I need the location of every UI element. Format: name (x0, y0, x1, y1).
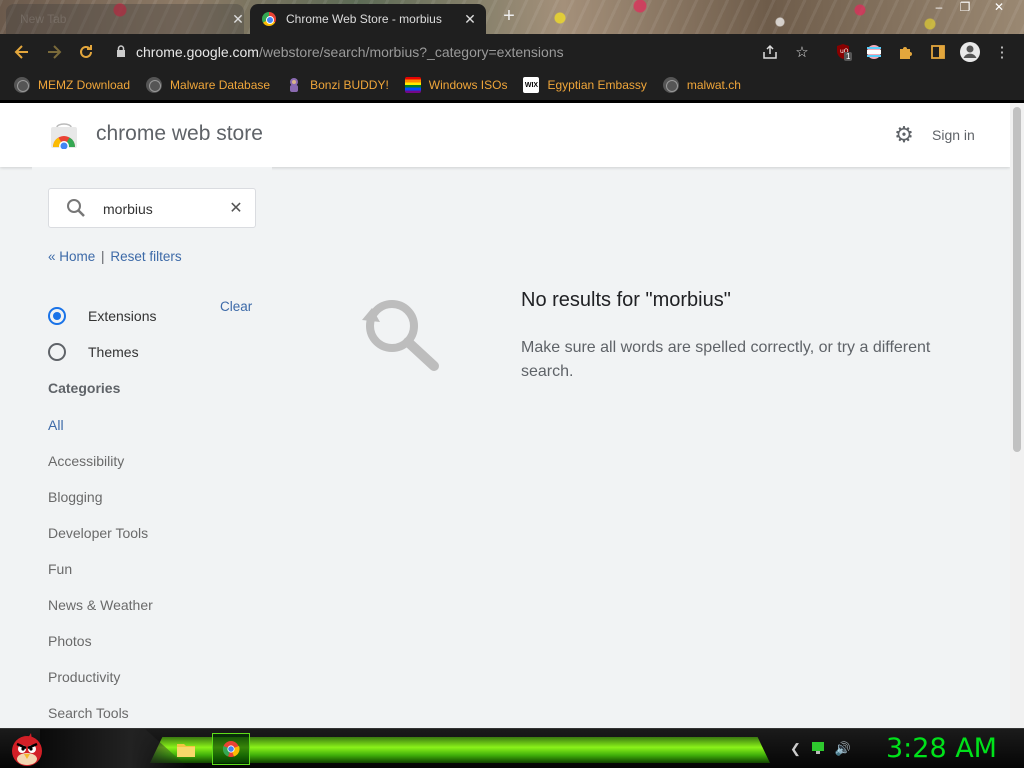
gear-icon[interactable]: ⚙ (892, 123, 916, 147)
category-photos[interactable]: Photos (48, 633, 92, 649)
globe-icon (14, 77, 30, 93)
tray-arrow-icon[interactable]: ❮ (790, 741, 801, 758)
category-news-weather[interactable]: News & Weather (48, 597, 153, 613)
file-explorer-icon[interactable] (176, 739, 196, 759)
lock-icon[interactable] (116, 44, 136, 60)
taskbar: ❮ 🔊 3:28 AM (0, 728, 1024, 768)
scrollbar-thumb[interactable] (1013, 107, 1021, 452)
puzzle-icon[interactable] (896, 42, 916, 62)
radio-extensions[interactable]: Extensions (48, 307, 156, 325)
search-icon (65, 197, 87, 219)
maximize-button[interactable]: ❐ (954, 0, 976, 14)
radio-checked-icon[interactable] (48, 307, 66, 325)
link-separator: | (101, 249, 105, 264)
wix-icon: WIX (523, 77, 540, 93)
star-icon[interactable]: ☆ (792, 42, 812, 62)
bookmark-malware-database[interactable]: Malware Database (146, 77, 270, 93)
bookmarks-bar: MEMZ Download Malware Database Bonzi BUD… (0, 70, 1024, 100)
tab-new-tab[interactable]: New Tab ✕ (6, 4, 244, 34)
web-page: chrome web store ⚙ Sign in morbius ✕ « H… (0, 103, 1024, 728)
store-title[interactable]: chrome web store (96, 122, 263, 146)
minimize-button[interactable]: – (928, 0, 950, 14)
start-button-angry-bird-icon[interactable] (8, 731, 46, 767)
category-productivity[interactable]: Productivity (48, 669, 120, 685)
bookmark-windows-isos[interactable]: Windows ISOs (404, 77, 508, 93)
no-results-magnifier-icon (354, 292, 442, 372)
clear-link[interactable]: Clear (220, 299, 252, 314)
forward-icon[interactable] (38, 36, 70, 68)
profile-icon[interactable] (958, 40, 982, 64)
flag-extension-icon[interactable] (864, 42, 884, 62)
chrome-icon (222, 741, 240, 757)
network-icon[interactable] (811, 741, 825, 758)
bookmark-label: MEMZ Download (38, 78, 131, 92)
ublock-badge: 1 (844, 52, 853, 61)
radio-label: Themes (88, 344, 139, 360)
tab-title: New Tab (20, 12, 67, 26)
tab-close-icon[interactable]: ✕ (228, 11, 248, 28)
chrome-web-store-favicon-icon (262, 12, 276, 26)
bookmark-bonzi-buddy[interactable]: Bonzi BUDDY! (286, 77, 389, 93)
bookmark-label: Windows ISOs (428, 78, 508, 92)
category-fun[interactable]: Fun (48, 561, 72, 577)
bookmark-egyptian-embassy[interactable]: WIX Egyptian Embassy (523, 77, 647, 93)
close-window-button[interactable]: ✕ (988, 0, 1010, 14)
category-search-tools[interactable]: Search Tools (48, 705, 129, 721)
radio-unchecked-icon[interactable] (48, 343, 66, 361)
category-developer-tools[interactable]: Developer Tools (48, 525, 148, 541)
system-tray: ❮ 🔊 (790, 741, 851, 758)
share-icon[interactable] (760, 42, 780, 62)
tab-title: Chrome Web Store - morbius (286, 12, 442, 26)
chrome-taskbar-button[interactable] (212, 733, 250, 765)
reload-icon[interactable] (70, 36, 102, 68)
filter-sidebar: morbius ✕ « Home | Reset filters Clear E… (32, 167, 272, 728)
chrome-web-store-logo-icon[interactable] (50, 123, 78, 151)
tab-chrome-web-store[interactable]: Chrome Web Store - morbius ✕ (250, 4, 486, 34)
sidepanel-icon[interactable] (928, 42, 948, 62)
bookmark-label: Egyptian Embassy (547, 78, 647, 92)
bookmark-memz-download[interactable]: MEMZ Download (14, 77, 130, 93)
bonzi-icon (286, 77, 302, 93)
menu-icon[interactable]: ⋮ (992, 42, 1012, 62)
back-icon[interactable] (6, 36, 38, 68)
category-all[interactable]: All (48, 417, 64, 433)
browser-toolbar: chrome.google.com/webstore/search/morbiu… (0, 34, 1024, 70)
no-results-title: No results for "morbius" (521, 289, 731, 311)
bookmark-label: malwat.ch (686, 78, 741, 92)
rainbow-flag-icon (404, 77, 421, 93)
search-value[interactable]: morbius (103, 201, 153, 217)
url-host: chrome.google.com (136, 44, 259, 60)
sign-in-link[interactable]: Sign in (932, 127, 975, 143)
page-scrollbar[interactable] (1010, 103, 1024, 728)
globe-icon (662, 77, 679, 93)
category-blogging[interactable]: Blogging (48, 489, 103, 505)
radio-themes[interactable]: Themes (48, 343, 139, 361)
category-accessibility[interactable]: Accessibility (48, 453, 124, 469)
radio-label: Extensions (88, 308, 157, 324)
ublock-icon[interactable]: uO 1 (834, 42, 854, 62)
categories-heading: Categories (48, 380, 121, 396)
globe-icon (146, 77, 163, 93)
new-tab-button[interactable]: + (498, 6, 520, 28)
bookmark-malwatch[interactable]: malwat.ch (662, 77, 741, 93)
no-results-message: Make sure all words are spelled correctl… (521, 339, 931, 380)
address-bar[interactable]: chrome.google.com/webstore/search/morbiu… (108, 38, 828, 66)
volume-icon[interactable]: 🔊 (835, 741, 851, 758)
reset-filters-link[interactable]: Reset filters (110, 249, 181, 264)
bookmark-label: Bonzi BUDDY! (310, 78, 389, 92)
bookmark-label: Malware Database (170, 78, 271, 92)
nav-links: « Home | Reset filters (48, 249, 182, 264)
tab-strip: New Tab ✕ Chrome Web Store - morbius ✕ +… (0, 0, 1024, 34)
taskbar-clock[interactable]: 3:28 AM (886, 733, 997, 764)
search-input[interactable]: morbius ✕ (48, 188, 256, 228)
store-header: chrome web store ⚙ Sign in (0, 103, 1010, 167)
url-path: /webstore/search/morbius?_category=exten… (258, 44, 564, 60)
clear-search-icon[interactable]: ✕ (227, 198, 245, 218)
home-link[interactable]: « Home (48, 249, 95, 264)
tab-close-icon[interactable]: ✕ (460, 11, 480, 28)
